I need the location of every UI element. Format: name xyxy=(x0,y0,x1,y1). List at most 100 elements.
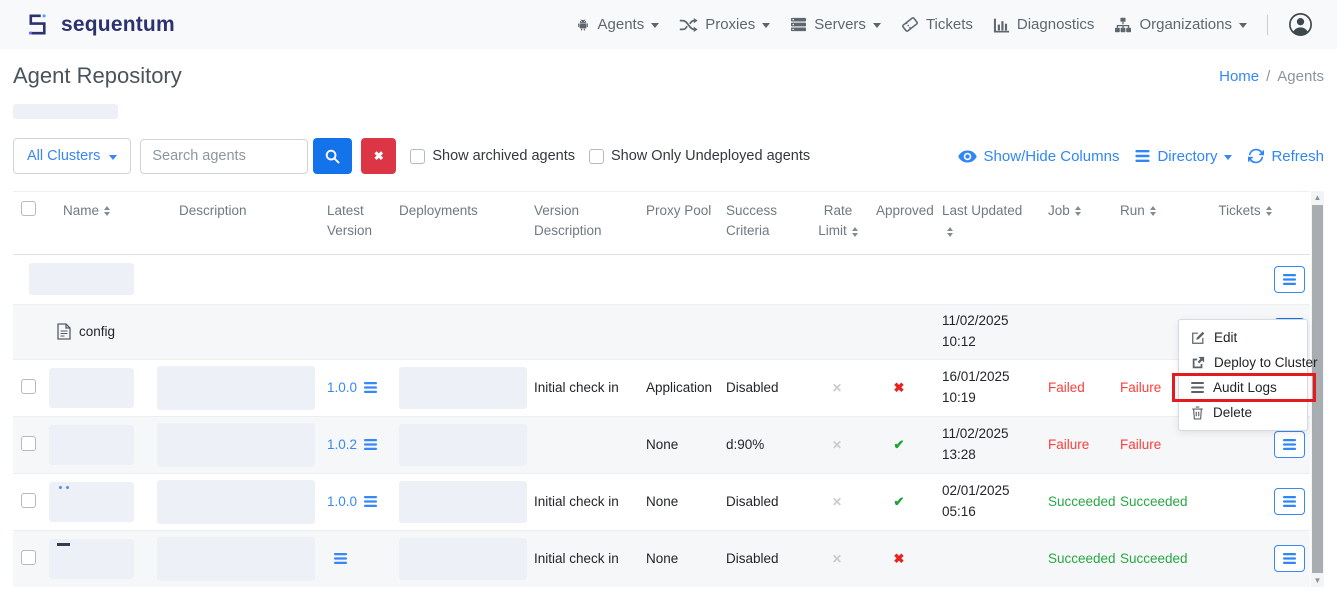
chevron-down-icon xyxy=(109,155,117,160)
config-file-name[interactable]: config xyxy=(79,324,115,339)
nav-divider xyxy=(1267,15,1268,35)
show-archived-checkbox[interactable]: Show archived agents xyxy=(410,148,575,164)
row-checkbox[interactable] xyxy=(21,550,36,565)
menu-item-audit-logs[interactable]: Audit Logs xyxy=(1179,375,1307,400)
last-updated: 11/02/202513:28 xyxy=(942,424,1022,466)
menu-bars-icon xyxy=(1283,274,1296,285)
show-undeployed-checkbox[interactable]: Show Only Undeployed agents xyxy=(589,148,810,164)
scrollbar-thumb[interactable] xyxy=(1312,205,1323,573)
nav-servers[interactable]: Servers xyxy=(790,16,881,33)
agents-table: Name Description Latest Version Deployme… xyxy=(13,191,1324,587)
chevron-down-icon xyxy=(762,23,770,28)
brand-logo[interactable]: sequentum xyxy=(25,11,175,38)
redacted-name xyxy=(29,263,134,295)
show-hide-columns-link[interactable]: Show/Hide Columns xyxy=(958,148,1120,165)
row-actions-button[interactable] xyxy=(1274,431,1305,458)
row-actions-button[interactable] xyxy=(1274,488,1305,515)
search-input[interactable] xyxy=(140,139,308,174)
refresh-link[interactable]: Refresh xyxy=(1248,148,1324,165)
header-job[interactable]: Job xyxy=(1030,192,1102,255)
breadcrumb: Home / Agents xyxy=(1219,68,1324,85)
header-run[interactable]: Run xyxy=(1102,192,1178,255)
menu-item-delete[interactable]: Delete xyxy=(1179,400,1307,425)
directory-dropdown[interactable]: Directory xyxy=(1135,148,1232,165)
menu-item-deploy-to-cluster[interactable]: Deploy to Cluster xyxy=(1179,350,1307,375)
not-approved-icon: ✖ xyxy=(894,380,905,395)
cluster-filter-dropdown[interactable]: All Clusters xyxy=(13,138,131,174)
sitemap-icon xyxy=(1114,17,1132,33)
version-link[interactable]: 1.0.0 xyxy=(327,494,383,509)
breadcrumb-home-link[interactable]: Home xyxy=(1219,68,1259,85)
approved-icon: ✔ xyxy=(894,494,905,509)
sort-icon xyxy=(1075,206,1081,216)
scroll-up-arrow[interactable]: ▲ xyxy=(1311,191,1324,204)
version-link[interactable]: 1.0.0 xyxy=(327,380,383,395)
success-criteria: Disabled xyxy=(718,530,806,587)
header-version-description: Version Description xyxy=(526,192,638,255)
approved-icon: ✔ xyxy=(894,437,905,452)
version-menu-icon[interactable] xyxy=(364,496,377,507)
row-checkbox[interactable] xyxy=(21,379,36,394)
scroll-down-arrow[interactable]: ▼ xyxy=(1311,574,1324,587)
table-scrollbar[interactable]: ▲ ▼ xyxy=(1311,191,1324,587)
version-link[interactable] xyxy=(327,553,383,564)
row-checkbox[interactable] xyxy=(21,493,36,508)
version-description: Initial check in xyxy=(526,530,638,587)
version-menu-icon[interactable] xyxy=(334,553,347,564)
user-icon xyxy=(1288,12,1313,37)
version-description xyxy=(526,416,638,473)
rate-limit-none-icon: ✕ xyxy=(832,438,842,452)
table-row: 1.0.0 Initial check in Application Disab… xyxy=(13,359,1310,416)
sort-icon xyxy=(852,227,858,237)
menu-bars-icon xyxy=(1283,553,1296,564)
menu-item-edit[interactable]: Edit xyxy=(1179,325,1307,350)
version-link[interactable]: 1.0.2 xyxy=(327,437,383,452)
user-menu-button[interactable] xyxy=(1288,12,1313,37)
run-status: Failure xyxy=(1102,416,1178,473)
refresh-icon xyxy=(1248,148,1264,164)
last-updated: 02/01/202505:16 xyxy=(942,481,1022,523)
row-actions-button[interactable] xyxy=(1274,266,1305,293)
header-success-criteria: Success Criteria xyxy=(718,192,806,255)
table-row: 1.0.0 Initial check in None Disabled ✕ ✔… xyxy=(13,473,1310,530)
job-status: Succeeded xyxy=(1030,473,1102,530)
header-last-updated[interactable]: Last Updated xyxy=(930,192,1030,255)
redacted-subtitle xyxy=(13,104,118,119)
success-criteria: Disabled xyxy=(718,359,806,416)
version-menu-icon[interactable] xyxy=(364,439,377,450)
brand-name: sequentum xyxy=(61,13,175,37)
nav-tickets[interactable]: Tickets xyxy=(901,16,973,33)
menu-bars-icon xyxy=(1283,496,1296,507)
nav-diagnostics[interactable]: Diagnostics xyxy=(993,16,1095,33)
clear-search-button[interactable]: ✖ xyxy=(361,138,396,174)
success-criteria: d:90% xyxy=(718,416,806,473)
job-status: Failed xyxy=(1030,359,1102,416)
nav-agents[interactable]: Agents xyxy=(575,16,660,33)
select-all-checkbox[interactable] xyxy=(21,201,36,216)
checkbox[interactable] xyxy=(410,149,425,164)
redacted-name xyxy=(49,482,134,522)
clear-x-icon: ✖ xyxy=(374,149,384,163)
nav-organizations[interactable]: Organizations xyxy=(1114,16,1247,33)
row-checkbox[interactable] xyxy=(21,436,36,451)
sequentum-logo-icon xyxy=(25,11,52,38)
breadcrumb-current: Agents xyxy=(1277,68,1324,85)
header-proxy-pool: Proxy Pool xyxy=(638,192,718,255)
redacted-deployments xyxy=(399,481,527,523)
version-description: Initial check in xyxy=(526,473,638,530)
bar-chart-icon xyxy=(993,17,1010,33)
search-button[interactable] xyxy=(313,138,352,174)
list-icon xyxy=(1135,150,1150,162)
redacted-deployments xyxy=(399,424,527,466)
row-actions-button[interactable] xyxy=(1274,545,1305,572)
page-title: Agent Repository xyxy=(13,63,182,89)
top-navbar: sequentum Agents Pr xyxy=(0,0,1337,49)
header-rate-limit[interactable]: Rate Limit xyxy=(806,192,868,255)
checkbox[interactable] xyxy=(589,149,604,164)
version-menu-icon[interactable] xyxy=(364,382,377,393)
sort-icon xyxy=(947,227,953,237)
header-name[interactable]: Name xyxy=(49,192,149,255)
menu-bars-icon xyxy=(1283,439,1296,450)
header-tickets[interactable]: Tickets xyxy=(1178,192,1310,255)
nav-proxies[interactable]: Proxies xyxy=(679,16,770,33)
